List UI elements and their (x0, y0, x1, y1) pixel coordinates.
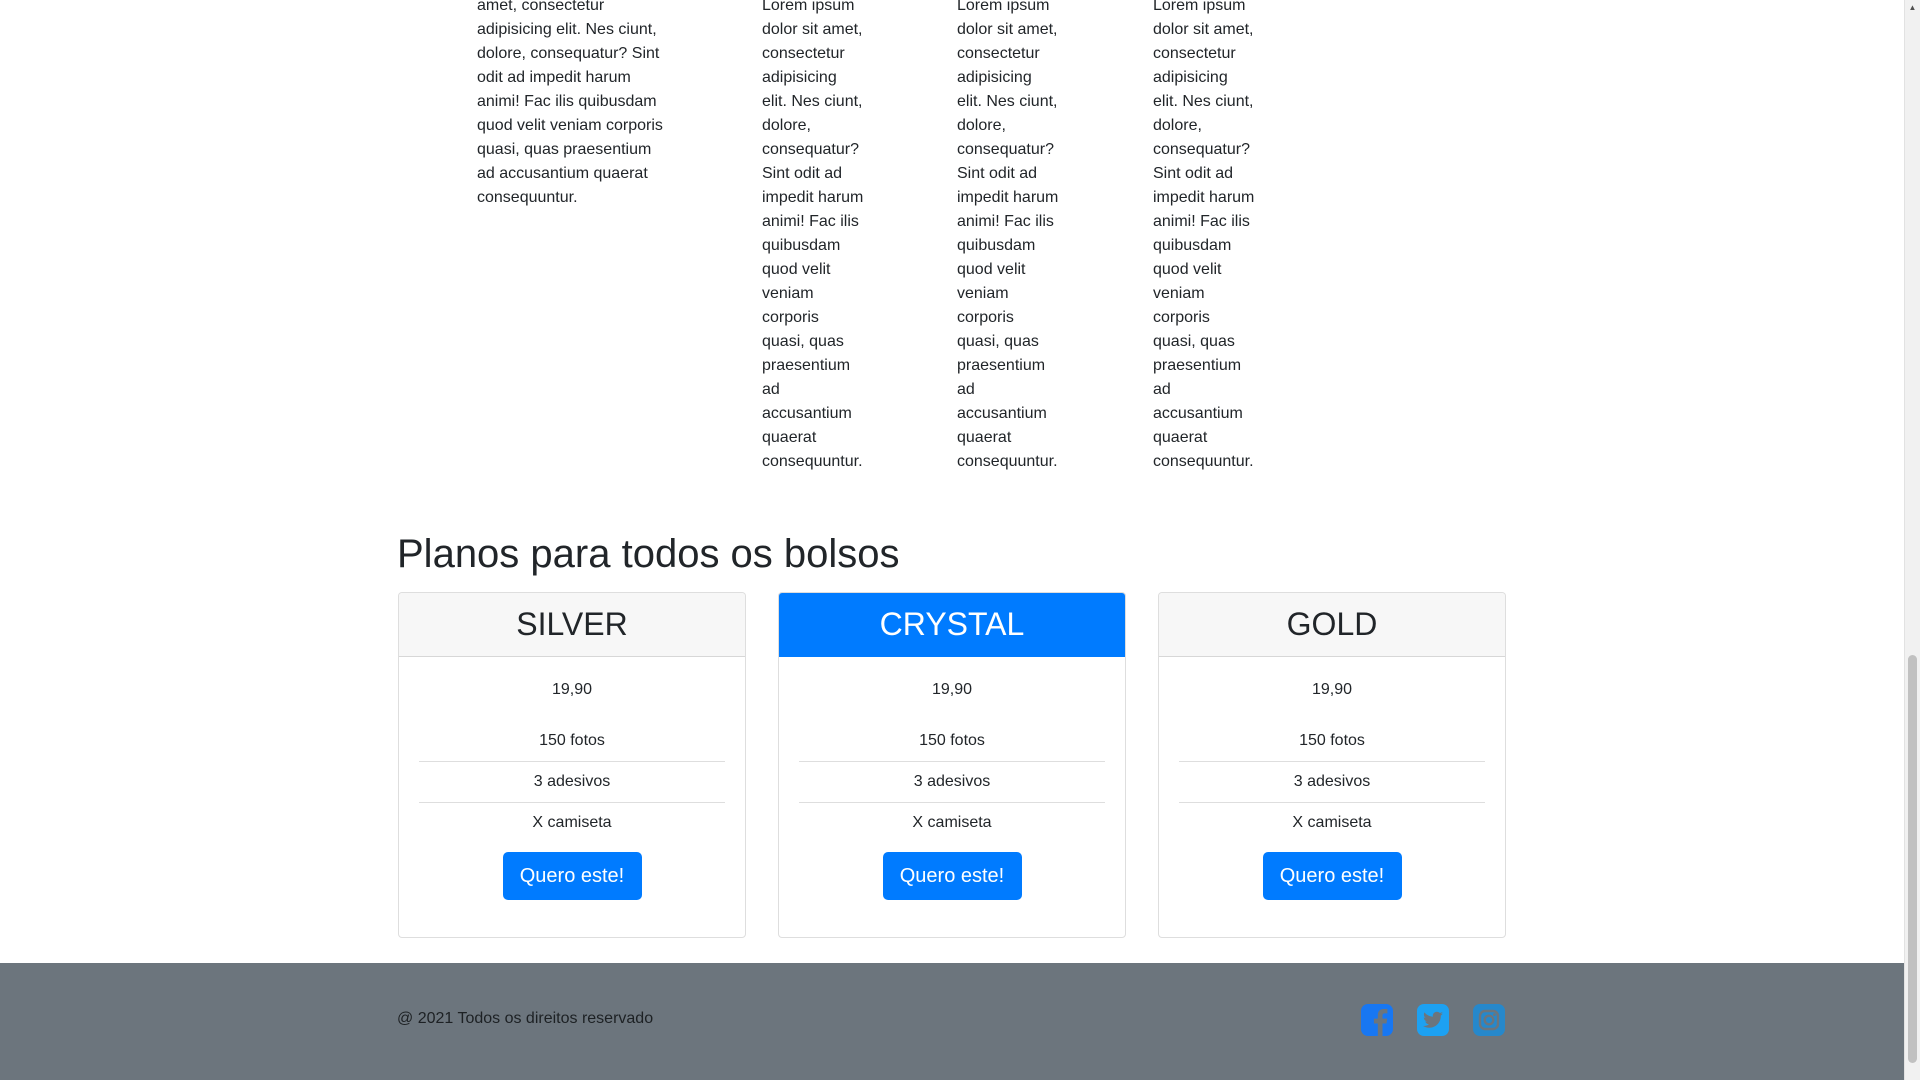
footer: @ 2021 Todos os direitos reservado (0, 963, 1904, 1080)
plans-section-title: Planos para todos os bolsos (397, 532, 900, 576)
page-content: amet, consectetur adipisicing elit. Nes … (0, 0, 1904, 1080)
plan-feature: 150 fotos (799, 721, 1105, 762)
plan-feature-list: 150 fotos 3 adesivos X camiseta (1179, 721, 1485, 843)
choose-plan-button-silver[interactable]: Quero este! (502, 852, 642, 900)
plan-feature-list: 150 fotos 3 adesivos X camiseta (799, 721, 1105, 843)
plan-feature: 3 adesivos (419, 762, 725, 803)
plan-feature: X camiseta (912, 814, 992, 831)
copyright-text: @ 2021 Todos os direitos reservado (397, 1010, 654, 1027)
plan-feature: 150 fotos (1179, 721, 1485, 762)
plan-price: 19,90 (1311, 681, 1353, 698)
intro-text-column: amet, consectetur adipisicing elit. Nes … (477, 0, 663, 206)
intro-text-column: Lorem ipsum dolor sit amet, consectetur … (957, 0, 1059, 470)
plan-card-header: GOLD (1159, 593, 1505, 657)
plan-feature: 3 adesivos (1179, 762, 1485, 803)
intro-text-column: Lorem ipsum dolor sit amet, consectetur … (1153, 0, 1255, 470)
plan-price: 19,90 (551, 681, 593, 698)
plan-feature: X camiseta (532, 814, 612, 831)
twitter-icon[interactable] (1416, 1003, 1450, 1037)
plan-card-crystal: CRYSTAL 19,90 150 fotos 3 adesivos X cam… (778, 592, 1126, 938)
plan-card-header: SILVER (399, 593, 745, 657)
scroll-up-arrow-icon[interactable]: ▲ (1905, 0, 1920, 15)
plan-feature: X camiseta (1292, 814, 1372, 831)
vertical-scrollbar[interactable]: ▲ (1904, 0, 1920, 1080)
facebook-icon[interactable] (1360, 1003, 1394, 1037)
plan-feature: 3 adesivos (799, 762, 1105, 803)
plan-card-header: CRYSTAL (779, 593, 1125, 657)
scrollbar-thumb[interactable] (1908, 655, 1917, 1063)
choose-plan-button-crystal[interactable]: Quero este! (882, 852, 1022, 900)
plan-card-gold: GOLD 19,90 150 fotos 3 adesivos X camise… (1158, 592, 1506, 938)
plan-feature-list: 150 fotos 3 adesivos X camiseta (419, 721, 725, 843)
choose-plan-button-gold[interactable]: Quero este! (1262, 852, 1402, 900)
instagram-icon[interactable] (1472, 1003, 1506, 1037)
plan-feature: 150 fotos (419, 721, 725, 762)
plan-card-silver: SILVER 19,90 150 fotos 3 adesivos X cami… (398, 592, 746, 938)
plan-price: 19,90 (931, 681, 973, 698)
intro-text-column: Lorem ipsum dolor sit amet, consectetur … (762, 0, 864, 470)
